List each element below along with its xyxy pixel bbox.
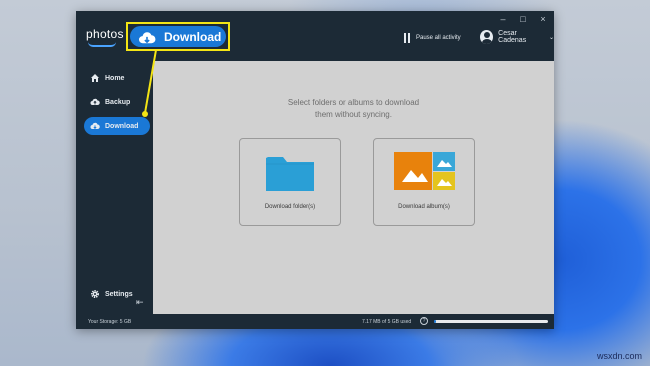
sidebar-item-download[interactable]: Download [84, 117, 150, 135]
album-icon [394, 152, 455, 190]
cloud-download-icon [139, 31, 156, 43]
photos-app-window: photos – □ × Pause all activity Cesar Ca… [76, 11, 554, 329]
close-button[interactable]: × [538, 14, 548, 24]
maximize-button[interactable]: □ [518, 14, 528, 24]
minimize-button[interactable]: – [498, 14, 508, 24]
download-prompt: Select folders or albums to download the… [153, 97, 554, 121]
download-album-label: Download album(s) [398, 204, 450, 210]
sidebar-item-home[interactable]: Home [84, 69, 130, 87]
storage-total: Your Storage: 5 GB [88, 319, 132, 325]
prompt-line-1: Select folders or albums to download [287, 98, 420, 107]
pause-icon [404, 33, 410, 43]
download-album-card[interactable]: Download album(s) [373, 138, 475, 226]
logo-smile-icon [88, 42, 116, 47]
folder-icon [266, 157, 314, 191]
window-controls: – □ × [498, 14, 548, 24]
watermark: wsxdn.com [596, 351, 642, 361]
download-folder-label: Download folder(s) [264, 204, 316, 210]
sidebar-item-label: Download [105, 122, 139, 130]
prompt-line-2: them without syncing. [315, 110, 392, 119]
help-icon[interactable]: ? [420, 317, 428, 325]
callout-label: Download [164, 29, 222, 44]
download-callout: Download [126, 22, 230, 51]
download-folder-card[interactable]: Download folder(s) [239, 138, 341, 226]
sidebar-item-backup[interactable]: Backup [84, 93, 136, 111]
app-logo: photos [86, 27, 124, 41]
storage-used: 7.17 MB of 5 GB used [362, 319, 412, 325]
sidebar-item-label: Home [105, 74, 125, 82]
collapse-sidebar-icon[interactable]: ⇤ [136, 297, 144, 308]
cloud-upload-icon [90, 98, 100, 105]
main-content: Select folders or albums to download the… [153, 61, 554, 314]
status-bar: Your Storage: 5 GB 7.17 MB of 5 GB used … [76, 314, 554, 329]
sidebar: Home Backup Download Settings ⇤ [76, 61, 153, 314]
pause-label: Pause all activity [416, 35, 461, 41]
pause-all-button[interactable]: Pause all activity [404, 33, 461, 43]
sidebar-item-label: Backup [105, 98, 131, 106]
home-icon [91, 74, 99, 82]
callout-download-button: Download [130, 26, 226, 47]
gear-icon [91, 290, 99, 298]
user-name: Cesar Cadenas [498, 30, 527, 44]
user-menu[interactable]: Cesar Cadenas ⌄ [480, 30, 554, 44]
cloud-download-icon [90, 122, 100, 130]
sidebar-item-label: Settings [105, 290, 133, 298]
storage-progress-bar [434, 320, 548, 323]
chevron-down-icon: ⌄ [548, 34, 554, 41]
sidebar-item-settings[interactable]: Settings [84, 285, 139, 303]
storage-progress-fill [434, 320, 436, 323]
avatar-icon [480, 30, 494, 44]
